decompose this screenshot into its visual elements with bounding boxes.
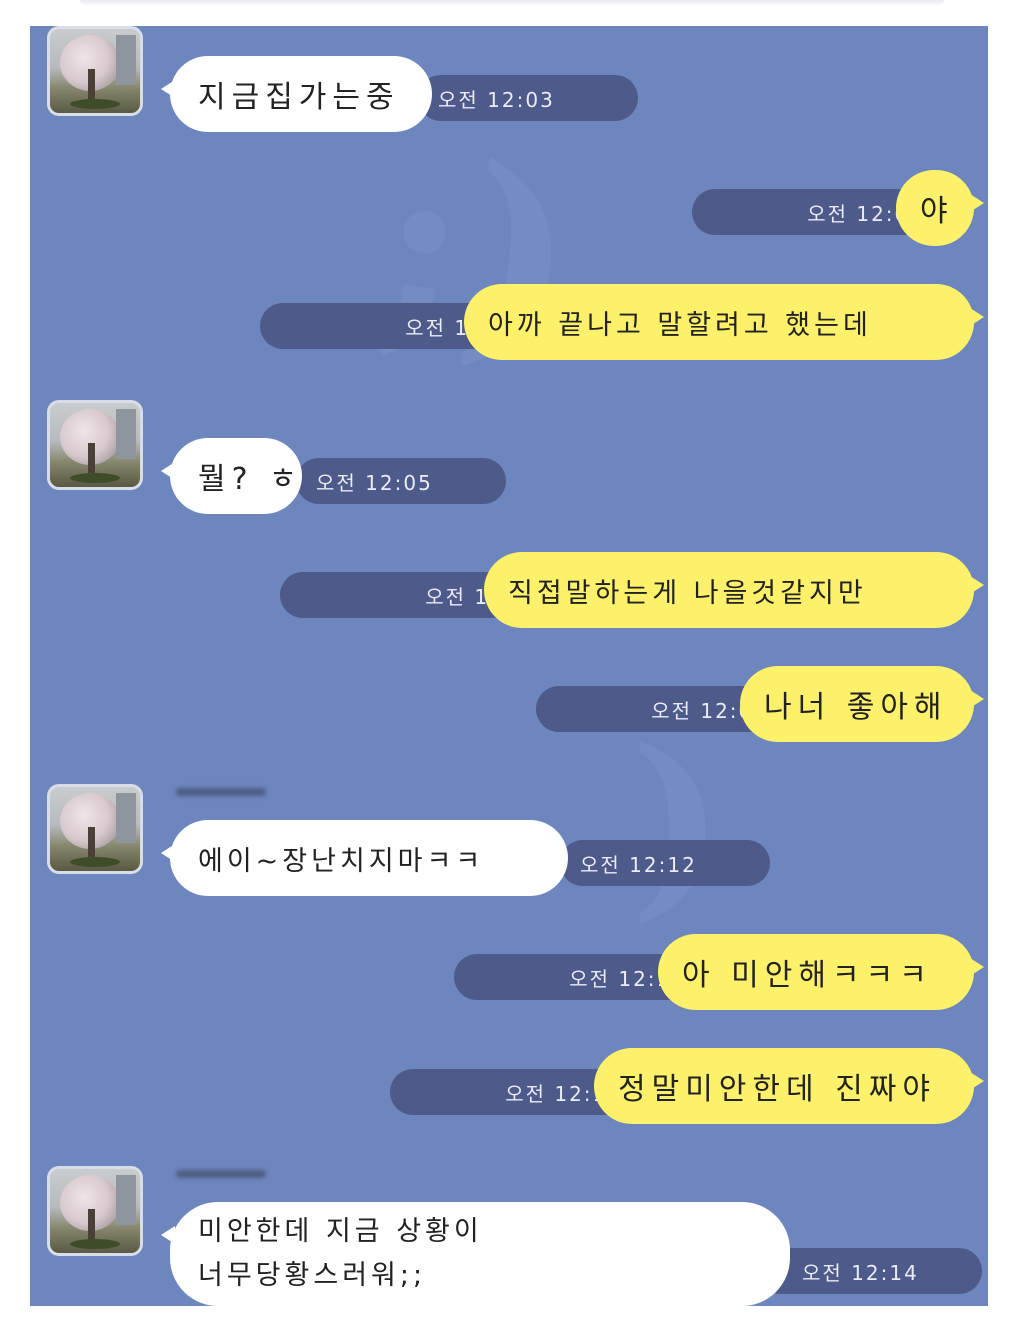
message-time: 오전 12:03 bbox=[418, 75, 638, 121]
message-bubble-incoming[interactable]: 미안한데 지금 상황이 너무당황스러워;; bbox=[161, 1202, 790, 1306]
message-text: 직접말하는게 나을것같지만 bbox=[508, 577, 867, 609]
message-text: 야 bbox=[920, 194, 954, 229]
sender-avatar[interactable] bbox=[47, 1166, 143, 1256]
message-text-line-2: 너무당황스러워;; bbox=[198, 1260, 427, 1291]
message-bubble-incoming[interactable]: 에이~장난치지마ㅋㅋ bbox=[161, 820, 568, 896]
message-bubble-incoming[interactable]: 지금집가는중 bbox=[161, 56, 432, 132]
message-time: 오전 12:05 bbox=[296, 458, 506, 504]
message-bubble-outgoing[interactable]: 나너 좋아해 bbox=[740, 666, 984, 742]
message-bubble-incoming[interactable]: 뭘? ㅎ bbox=[161, 438, 303, 514]
message-text: 정말미안한데 진짜야 bbox=[618, 1072, 936, 1107]
sender-avatar[interactable] bbox=[47, 400, 143, 490]
message-time: 오전 12:14 bbox=[758, 1248, 982, 1294]
message-text: 나너 좋아해 bbox=[764, 690, 948, 725]
message-bubble-outgoing[interactable]: 정말미안한데 진짜야 bbox=[594, 1048, 984, 1124]
message-bubble-outgoing[interactable]: 직접말하는게 나을것같지만 bbox=[484, 552, 984, 628]
chat-area[interactable]: ;) ) 오전 12:03 지금집가는중 오전 12:03 야 오전 12:04… bbox=[30, 26, 988, 1306]
sender-name-blurred bbox=[176, 788, 266, 796]
top-edge bbox=[80, 0, 944, 6]
message-bubble-outgoing[interactable]: 아 미안해ㅋㅋㅋ bbox=[658, 934, 984, 1010]
message-bubble-outgoing[interactable]: 야 bbox=[896, 170, 984, 246]
message-time: 오전 12:12 bbox=[560, 840, 770, 886]
sender-avatar[interactable] bbox=[47, 26, 143, 116]
sender-avatar[interactable] bbox=[47, 784, 143, 874]
message-text: 뭘? ㅎ bbox=[198, 462, 303, 497]
message-text: 아 미안해ㅋㅋㅋ bbox=[682, 958, 933, 993]
message-text-line-1: 미안한데 지금 상황이 bbox=[198, 1216, 483, 1247]
background-watermark: ) bbox=[630, 706, 725, 941]
message-text: 아까 끝나고 말할려고 했는데 bbox=[488, 309, 872, 341]
sender-name-blurred bbox=[176, 1170, 266, 1178]
message-bubble-outgoing[interactable]: 아까 끝나고 말할려고 했는데 bbox=[464, 284, 984, 360]
message-text: 지금집가는중 bbox=[198, 80, 400, 115]
message-text: 에이~장난치지마ㅋㅋ bbox=[198, 845, 485, 877]
